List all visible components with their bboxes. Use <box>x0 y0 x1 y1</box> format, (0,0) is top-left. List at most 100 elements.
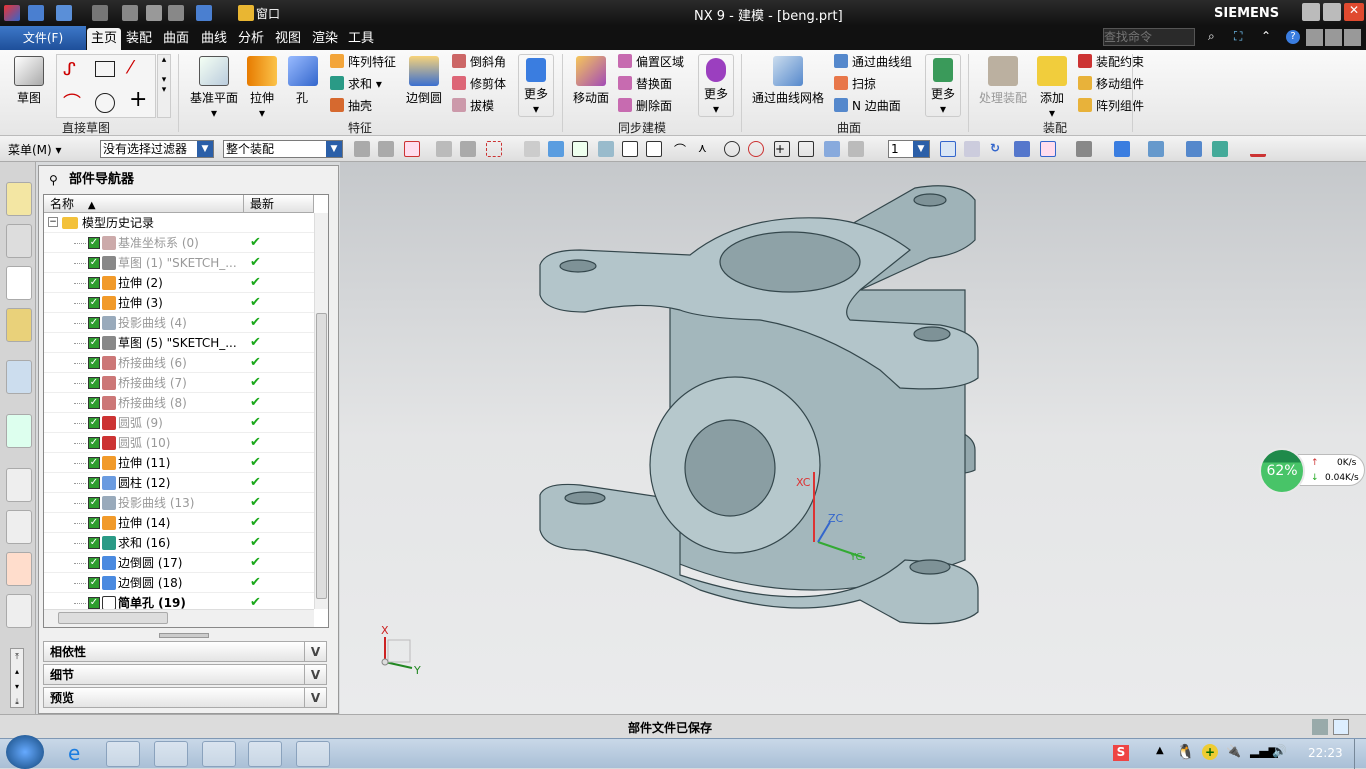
visibility-checkbox[interactable]: ✓ <box>88 397 100 409</box>
gallery-scroll[interactable]: ▴ ▾ ▾ <box>157 54 171 118</box>
snap-face-icon[interactable] <box>824 141 840 157</box>
feature-row[interactable]: ✓ 投影曲线 (4) ✔ <box>44 313 314 333</box>
clip-icon[interactable] <box>1212 141 1228 157</box>
feature-row[interactable]: ✓ 边倒圆 (17) ✔ <box>44 553 314 573</box>
visibility-checkbox[interactable]: ✓ <box>88 337 100 349</box>
tree-vertical-scrollbar[interactable] <box>314 213 328 609</box>
circle-icon[interactable] <box>95 93 115 113</box>
redo-icon[interactable] <box>92 5 108 21</box>
sogou-ime-icon[interactable]: S <box>1113 745 1129 761</box>
sketch-button[interactable]: 草图 <box>10 56 48 106</box>
window-menu[interactable]: 窗口 <box>256 5 280 22</box>
point-icon[interactable]: + <box>129 87 147 112</box>
visibility-checkbox[interactable]: ✓ <box>88 497 100 509</box>
panel-dependencies[interactable]: 相依性 V <box>43 641 327 662</box>
section-icon[interactable] <box>1186 141 1202 157</box>
pin-icon[interactable]: ⚲ <box>49 166 58 194</box>
pick-icon[interactable] <box>436 141 452 157</box>
shell-button[interactable]: 抽壳 <box>330 96 372 116</box>
visibility-checkbox[interactable]: ✓ <box>88 377 100 389</box>
tab-curve[interactable]: 曲线 <box>197 28 231 50</box>
select-face-icon[interactable] <box>524 141 540 157</box>
taskbar-app[interactable] <box>202 741 236 767</box>
tab-tools[interactable]: 工具 <box>344 28 378 50</box>
feature-row[interactable]: ✓ 圆弧 (10) ✔ <box>44 433 314 453</box>
select-body-icon[interactable] <box>548 141 564 157</box>
feature-row[interactable]: ✓ 桥接曲线 (7) ✔ <box>44 373 314 393</box>
tab-surface[interactable]: 曲面 <box>159 28 193 50</box>
unite-button[interactable]: 求和 ▾ <box>330 74 382 94</box>
network-monitor-widget[interactable]: 62% ↑ 0K/s ↓ 0.04K/s <box>1259 446 1365 494</box>
feature-row[interactable]: ✓ 拉伸 (11) ✔ <box>44 453 314 473</box>
show-hidden-icons[interactable]: ▲ <box>1156 745 1164 756</box>
history-tab[interactable] <box>6 468 32 502</box>
snap-grid-icon[interactable] <box>598 141 614 157</box>
visibility-checkbox[interactable]: ✓ <box>88 577 100 589</box>
help-icon[interactable]: ? <box>1286 30 1300 44</box>
work-layer-icon[interactable] <box>1148 141 1164 157</box>
snap-existing-point-icon[interactable]: + <box>774 141 790 157</box>
feature-more-button[interactable]: 更多 ▾ <box>518 54 554 117</box>
hole-button[interactable]: 孔 <box>288 56 318 106</box>
snap-endpoint-icon[interactable] <box>572 141 588 157</box>
security-icon[interactable]: + <box>1202 744 1218 760</box>
scroll-thumb[interactable] <box>316 313 327 599</box>
visibility-checkbox[interactable]: ✓ <box>88 597 100 609</box>
volume-icon[interactable]: 🔊 <box>1272 744 1287 758</box>
taskbar-nx[interactable] <box>296 741 330 767</box>
process-studio-tab[interactable] <box>6 552 32 586</box>
cut-icon[interactable] <box>122 5 138 21</box>
selection-scope-select[interactable]: 整个装配 ▼ <box>223 140 343 158</box>
feature-row[interactable]: ✓ 边倒圆 (18) ✔ <box>44 573 314 593</box>
tab-assembly[interactable]: 装配 <box>122 28 156 50</box>
collapse-icon[interactable]: − <box>48 217 58 227</box>
full-screen-icon[interactable] <box>1333 719 1349 735</box>
tree-root[interactable]: − 模型历史记录 <box>44 213 314 233</box>
n-sided-surface-button[interactable]: N 边曲面 <box>834 96 901 116</box>
qq-icon[interactable]: 🐧 <box>1176 743 1195 761</box>
measure-icon[interactable] <box>1250 141 1266 157</box>
chamfer-button[interactable]: 倒斜角 <box>452 52 506 72</box>
undo-icon[interactable] <box>56 5 72 21</box>
reset-filter-icon[interactable] <box>378 141 394 157</box>
taskbar-browser[interactable] <box>106 741 140 767</box>
replace-face-button[interactable]: 替换面 <box>618 74 672 94</box>
doc-minimize-button[interactable] <box>1306 29 1323 46</box>
snap-point-icon[interactable] <box>404 141 420 157</box>
process-assembly-button[interactable]: 处理装配 <box>976 56 1030 106</box>
feature-row[interactable]: ✓ 草图 (5) "SKETCH_... ✔ <box>44 333 314 353</box>
copy-icon[interactable] <box>146 5 162 21</box>
taskbar-download[interactable] <box>154 741 188 767</box>
snap-line-icon[interactable] <box>622 141 638 157</box>
through-curve-mesh-button[interactable]: 通过曲线网格 <box>750 56 826 106</box>
reuse-library-tab[interactable] <box>6 308 32 342</box>
swept-button[interactable]: 扫掠 <box>834 74 876 94</box>
menu-button[interactable]: 菜单(M) ▾ <box>8 141 62 158</box>
panel-preview[interactable]: 预览 V <box>43 687 327 708</box>
3d-model[interactable] <box>340 162 1366 714</box>
panel-details[interactable]: 细节 V <box>43 664 327 685</box>
extrude-button[interactable]: 拉伸 ▾ <box>246 56 278 120</box>
visibility-checkbox[interactable]: ✓ <box>88 357 100 369</box>
surface-more-button[interactable]: 更多 ▾ <box>925 54 961 117</box>
select-icon[interactable] <box>460 141 476 157</box>
tab-view[interactable]: 视图 <box>271 28 305 50</box>
roles-tab[interactable] <box>6 594 32 628</box>
visibility-checkbox[interactable]: ✓ <box>88 317 100 329</box>
tab-render[interactable]: 渲染 <box>308 28 342 50</box>
hd3d-tools-tab[interactable] <box>6 360 32 394</box>
sync-more-button[interactable]: 更多 ▾ <box>698 54 734 117</box>
pattern-feature-button[interactable]: 阵列特征 <box>330 52 396 72</box>
layer-select[interactable]: 1 ▼ <box>888 140 930 158</box>
visibility-checkbox[interactable]: ✓ <box>88 437 100 449</box>
scroll-thumb[interactable] <box>58 612 168 624</box>
visibility-checkbox[interactable]: ✓ <box>88 457 100 469</box>
direct-sketch-gallery[interactable]: ᔑ ⁄ ⌒ + <box>56 54 156 118</box>
tree-horizontal-scrollbar[interactable] <box>44 609 314 627</box>
zoom-icon[interactable] <box>964 141 980 157</box>
snap-quadrant-icon[interactable] <box>748 141 764 157</box>
feature-row[interactable]: ✓ 桥接曲线 (6) ✔ <box>44 353 314 373</box>
feature-row[interactable]: ✓ 圆柱 (12) ✔ <box>44 473 314 493</box>
feature-row[interactable]: ✓ 桥接曲线 (8) ✔ <box>44 393 314 413</box>
snap-point-on-curve-icon[interactable] <box>798 141 814 157</box>
